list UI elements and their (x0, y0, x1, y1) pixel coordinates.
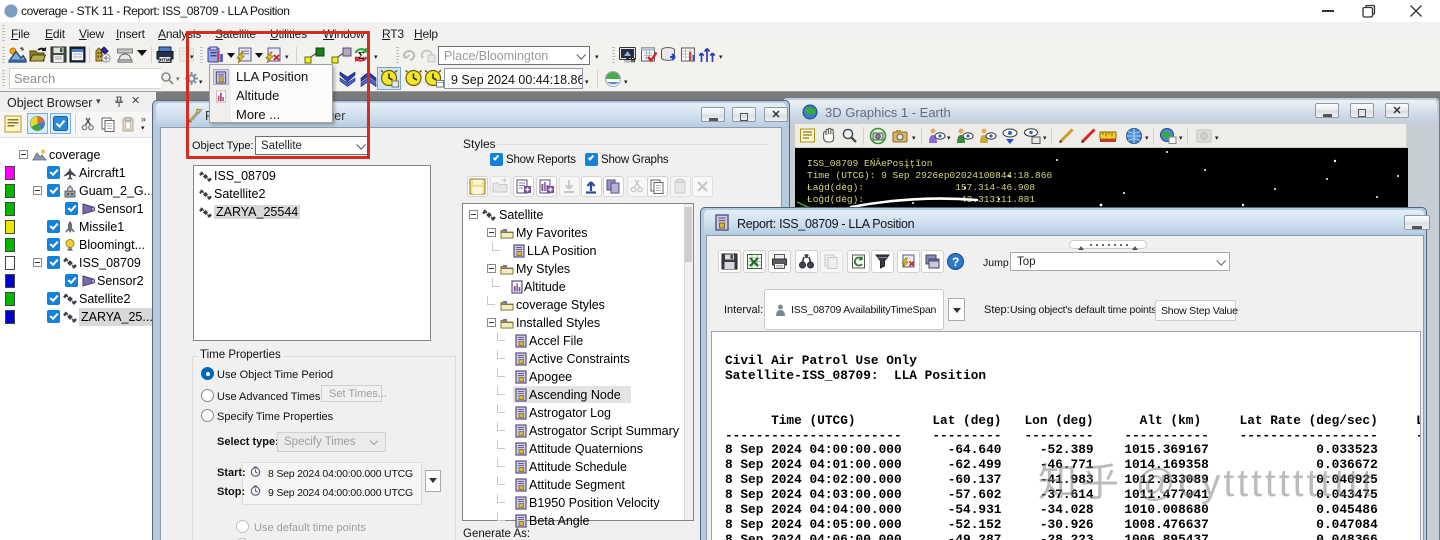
svg-text:?: ? (952, 255, 959, 269)
svg-text:HTML: HTML (160, 58, 173, 63)
